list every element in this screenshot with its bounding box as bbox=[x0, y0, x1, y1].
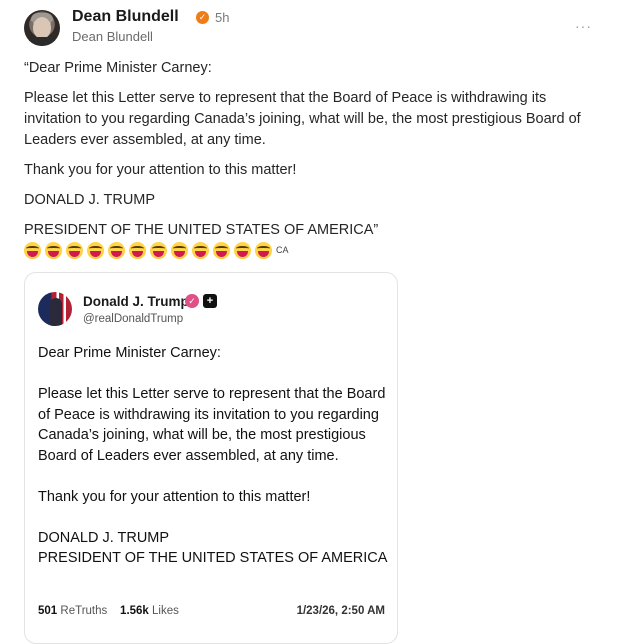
laughing-face-emoji-icon bbox=[213, 241, 230, 259]
post-paragraph: Please let this Letter serve to represen… bbox=[24, 90, 581, 148]
laughing-face-emoji-icon bbox=[192, 241, 209, 259]
verified-badge-icon: ✓ bbox=[196, 11, 209, 24]
plus-icon[interactable]: + bbox=[203, 294, 217, 308]
laughing-face-emoji-icon bbox=[24, 241, 41, 259]
laughing-face-emoji-icon bbox=[45, 241, 62, 259]
post-paragraph: PRESIDENT OF THE UNITED STATES OF AMERIC… bbox=[24, 222, 379, 238]
quoted-greeting: Dear Prime Minister Carney: bbox=[38, 345, 221, 361]
quoted-thanks: Thank you for your attention to this mat… bbox=[38, 488, 311, 505]
quoted-author-handle[interactable]: @realDonaldTrump bbox=[83, 313, 183, 325]
post-paragraph: Thank you for your attention to this mat… bbox=[24, 162, 297, 178]
quoted-signature-name: DONALD J. TRUMP bbox=[38, 529, 170, 546]
quoted-post-footer: 501 ReTruths 1.56k Likes 1/23/26, 2:50 A… bbox=[38, 605, 385, 617]
laughing-face-emoji-icon bbox=[150, 241, 167, 259]
post-header: Dean Blundell ✓ 5h Dean Blundell ··· bbox=[24, 8, 604, 48]
quoted-signature-title: PRESIDENT OF THE UNITED STATES OF AMERIC… bbox=[38, 550, 388, 566]
quoted-author-avatar[interactable] bbox=[38, 292, 72, 326]
laughing-face-emoji-icon bbox=[108, 241, 125, 259]
author-avatar[interactable] bbox=[24, 10, 60, 46]
emoji-row: CA bbox=[24, 240, 289, 260]
quoted-verified-badge-icon: ✓ bbox=[185, 294, 199, 308]
author-handle[interactable]: Dean Blundell bbox=[72, 29, 153, 44]
quoted-post-card[interactable]: Donald J. Trump ✓ + @realDonaldTrump Dea… bbox=[24, 272, 398, 644]
emoji-suffix-text: CA bbox=[276, 245, 289, 255]
laughing-face-emoji-icon bbox=[255, 241, 272, 259]
quoted-author-name[interactable]: Donald J. Trump bbox=[83, 294, 189, 309]
likes-count[interactable]: 1.56k bbox=[120, 605, 149, 617]
retruths-label[interactable]: ReTruths bbox=[60, 605, 107, 617]
laughing-face-emoji-icon bbox=[234, 241, 251, 259]
post-paragraph: DONALD J. TRUMP bbox=[24, 192, 156, 208]
laughing-face-emoji-icon bbox=[87, 241, 104, 259]
laughing-face-emoji-icon bbox=[171, 241, 188, 259]
post-body: “Dear Prime Minister Carney: Please let … bbox=[24, 58, 604, 250]
likes-label[interactable]: Likes bbox=[152, 605, 179, 617]
post-paragraph: “Dear Prime Minister Carney: bbox=[24, 60, 212, 76]
author-name[interactable]: Dean Blundell bbox=[72, 8, 179, 26]
more-options-icon[interactable]: ··· bbox=[575, 18, 592, 34]
laughing-face-emoji-icon bbox=[129, 241, 146, 259]
quoted-post-text: Dear Prime Minister Carney: Please let t… bbox=[38, 343, 388, 569]
retruths-count[interactable]: 501 bbox=[38, 605, 57, 617]
post-timestamp[interactable]: 5h bbox=[215, 10, 229, 25]
quoted-post-date[interactable]: 1/23/26, 2:50 AM bbox=[297, 605, 385, 617]
laughing-face-emoji-icon bbox=[66, 241, 83, 259]
quoted-body: Please let this Letter serve to represen… bbox=[38, 386, 386, 464]
